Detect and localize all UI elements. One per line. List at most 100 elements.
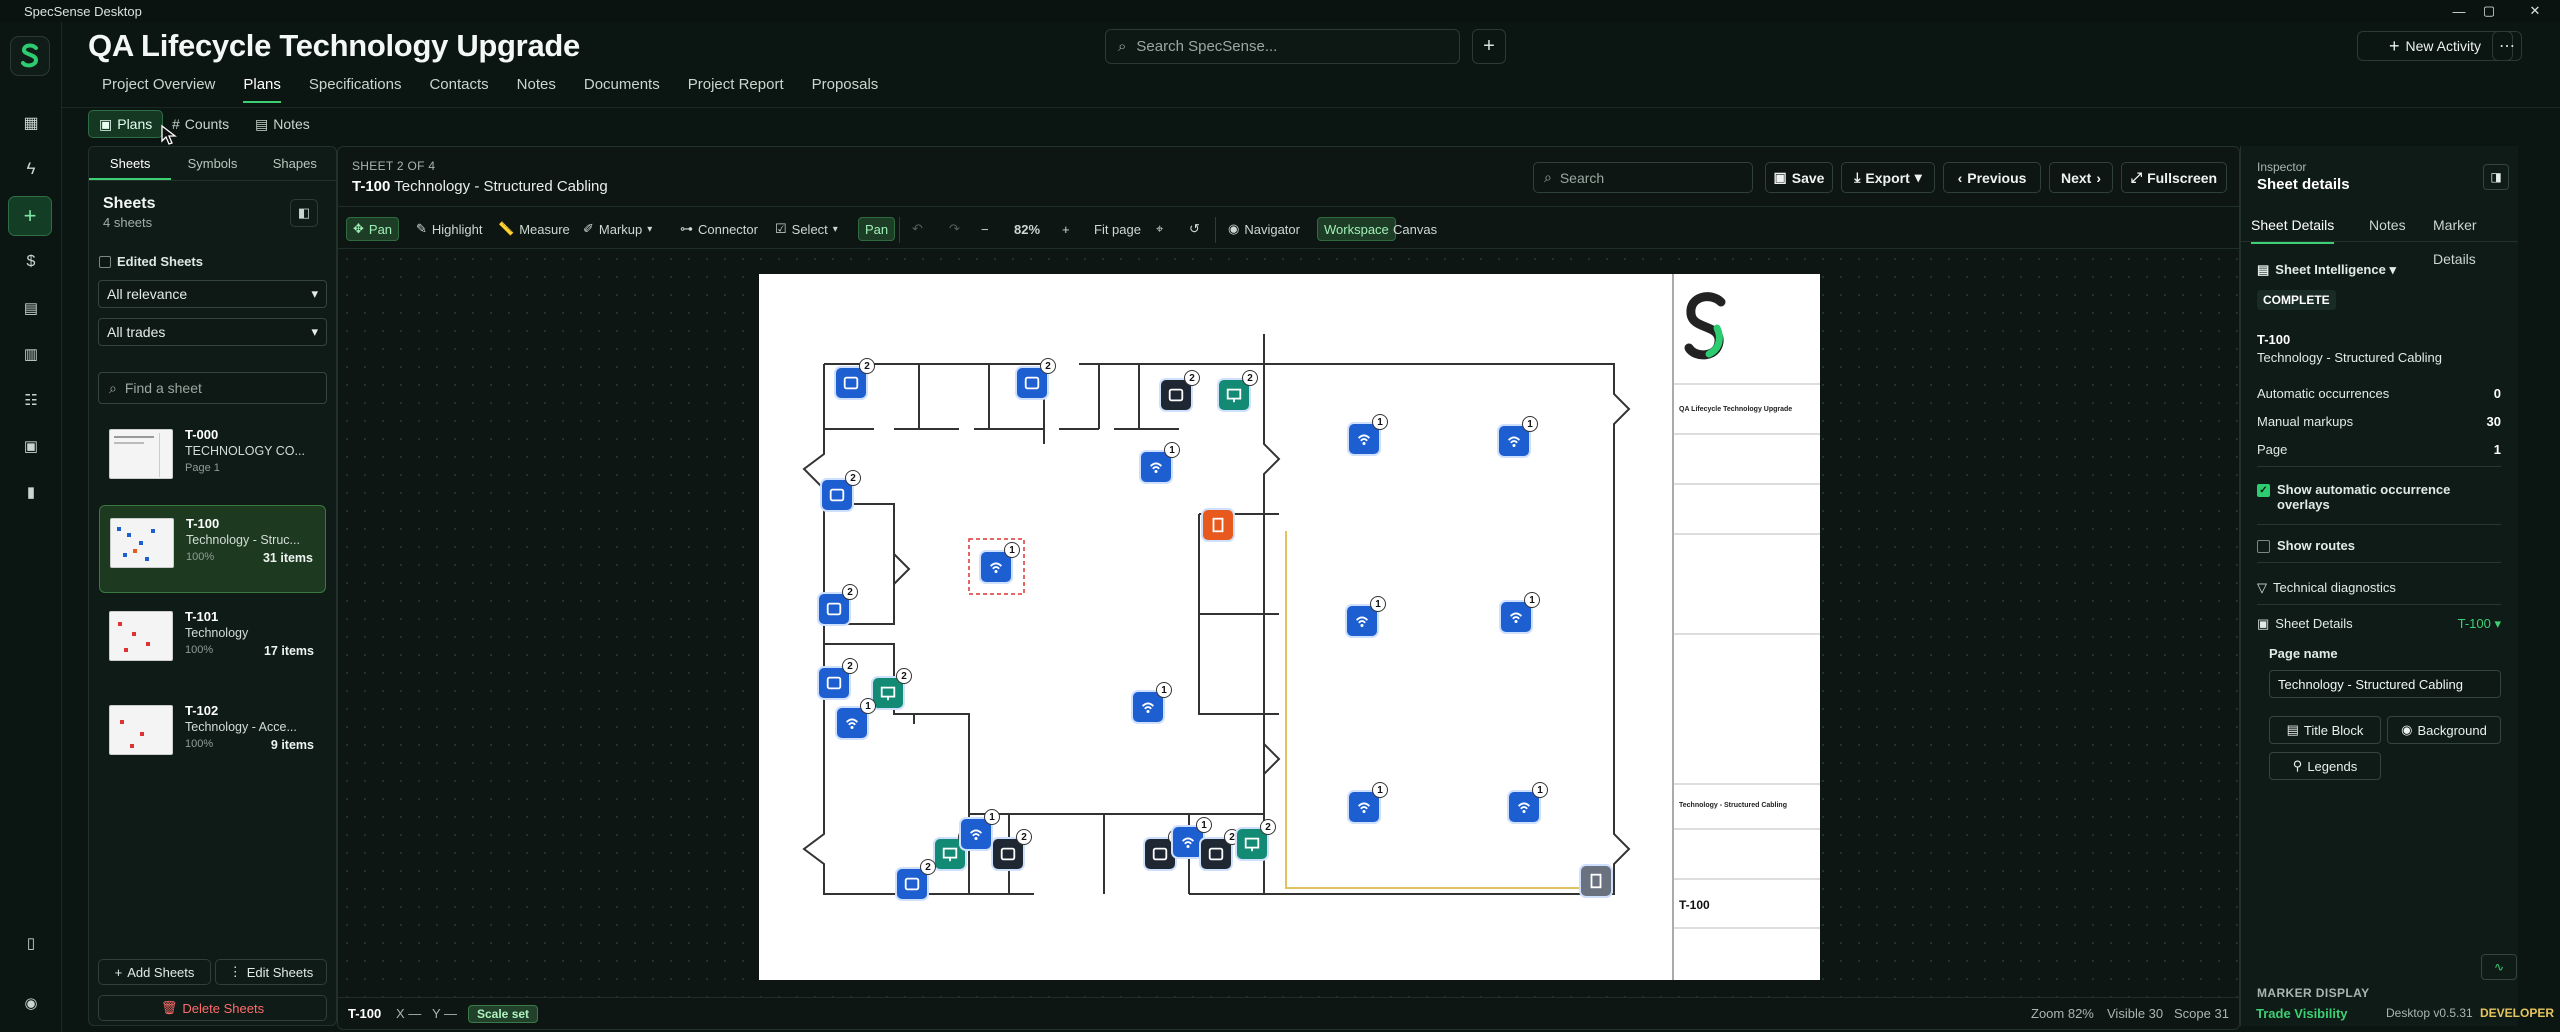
subtab-plans[interactable]: ▣ Plans: [88, 110, 164, 138]
quick-add-button[interactable]: +: [1472, 29, 1506, 64]
tab-inspector-notes[interactable]: Notes: [2369, 208, 2406, 242]
technical-diagnostics-toggle[interactable]: ▽ Technical diagnostics: [2257, 580, 2501, 596]
next-button[interactable]: Next ›: [2049, 162, 2113, 193]
wifi-marker[interactable]: 1: [961, 809, 1000, 849]
tab-proposals[interactable]: Proposals: [798, 72, 893, 103]
wifi-marker[interactable]: 2: [897, 859, 936, 899]
export-button[interactable]: ⤓ Export ▾: [1841, 162, 1935, 193]
calendar-icon[interactable]: ▣: [16, 431, 46, 461]
device-marker[interactable]: 2: [1201, 829, 1240, 869]
more-options-button[interactable]: ⋯: [2492, 31, 2522, 61]
sheet-card-t102[interactable]: T-102 Technology - Acce... 100% 9 items: [99, 693, 326, 781]
measure-tool[interactable]: 📏 Measure: [498, 217, 570, 241]
wifi-marker[interactable]: 2: [819, 658, 858, 698]
contacts-icon[interactable]: ☷: [16, 385, 46, 415]
redo-icon[interactable]: ↷: [949, 217, 960, 241]
fit-page-button[interactable]: Fit page: [1094, 217, 1141, 241]
add-icon[interactable]: +: [8, 196, 52, 236]
wifi-marker[interactable]: 1: [1141, 442, 1180, 482]
find-sheet-input[interactable]: ⌕ Find a sheet: [98, 372, 327, 404]
wifi-marker[interactable]: 1: [1349, 414, 1388, 454]
wifi-marker[interactable]: 1: [1347, 596, 1386, 636]
select-tool[interactable]: ☑ Select ▾: [775, 217, 838, 241]
display-marker[interactable]: 2: [1237, 819, 1276, 859]
wifi-marker[interactable]: 1: [1499, 416, 1538, 456]
pan-tool[interactable]: ✥ Pan: [346, 217, 400, 241]
building-icon[interactable]: ▯: [16, 928, 46, 958]
tab-sheets[interactable]: Sheets: [89, 147, 172, 180]
sheet-details-toggle[interactable]: ▣ Sheet Details T-100 ▾: [2257, 616, 2501, 632]
sheet-card-t000[interactable]: T-000 TECHNOLOGY CO... Page 1: [99, 417, 326, 505]
folder-icon[interactable]: ▤: [16, 293, 46, 323]
close-icon[interactable]: ✕: [2515, 0, 2555, 22]
wifi-marker[interactable]: 2: [836, 358, 875, 398]
title-block-button[interactable]: ▤ Title Block: [2269, 716, 2381, 744]
rack-marker[interactable]: [1581, 866, 1611, 896]
pan-mode-badge[interactable]: Pan: [858, 217, 896, 241]
tab-contacts[interactable]: Contacts: [415, 72, 502, 103]
wifi-marker[interactable]: 1: [1501, 592, 1540, 632]
connector-tool[interactable]: ⊶ Connector: [680, 217, 758, 241]
wifi-marker[interactable]: 1: [1349, 782, 1388, 822]
relevance-select[interactable]: All relevance: [98, 280, 327, 308]
tab-plans[interactable]: Plans: [229, 72, 295, 103]
tab-symbols[interactable]: Symbols: [171, 147, 253, 180]
device-marker[interactable]: 2: [993, 829, 1032, 869]
undo-icon[interactable]: ↶: [912, 217, 923, 241]
edited-sheets-checkbox[interactable]: Edited Sheets: [99, 254, 203, 269]
add-sheets-button[interactable]: + Add Sheets: [98, 959, 211, 985]
navigator-toggle[interactable]: ◉ Navigator: [1228, 217, 1300, 241]
wifi-marker[interactable]: 1: [981, 542, 1020, 582]
book-icon[interactable]: ▥: [16, 339, 46, 369]
finance-icon[interactable]: $: [16, 247, 46, 277]
tab-project-overview[interactable]: Project Overview: [88, 72, 229, 103]
canvas-toggle[interactable]: Canvas: [1393, 217, 1437, 241]
workspace-toggle[interactable]: Workspace: [1317, 217, 1396, 241]
subtab-notes[interactable]: ▤ Notes: [245, 110, 320, 138]
pulse-icon[interactable]: ∿: [2481, 954, 2517, 980]
tab-specifications[interactable]: Specifications: [295, 72, 416, 103]
sheet-intelligence-toggle[interactable]: ▤ Sheet Intelligence ▾: [2257, 262, 2501, 278]
previous-button[interactable]: ‹ Previous: [1943, 162, 2041, 193]
device-marker[interactable]: 2: [1161, 370, 1200, 410]
reports-icon[interactable]: ▮: [16, 477, 46, 507]
scale-badge[interactable]: Scale set: [468, 1005, 539, 1023]
plan-canvas[interactable]: QA Lifecycle Technology Upgrade Technolo…: [338, 250, 2239, 998]
zoom-in-icon[interactable]: +: [1062, 217, 1070, 241]
tab-project-report[interactable]: Project Report: [674, 72, 798, 103]
markup-tool[interactable]: ✐ Markup ▾: [583, 217, 652, 241]
activity-icon[interactable]: ϟ: [16, 154, 46, 184]
panel-marker[interactable]: [1203, 510, 1233, 540]
tab-notes[interactable]: Notes: [503, 72, 570, 103]
toggle-inspector-icon[interactable]: ◨: [2483, 164, 2509, 190]
delete-sheets-button[interactable]: 🗑 Delete Sheets: [98, 995, 327, 1021]
locate-icon[interactable]: ⌖: [1156, 217, 1163, 241]
page-name-input[interactable]: Technology - Structured Cabling: [2269, 670, 2501, 698]
wifi-marker[interactable]: 1: [837, 698, 876, 738]
tab-shapes[interactable]: Shapes: [254, 147, 336, 180]
sheet-card-t101[interactable]: T-101 Technology 100% 17 items: [99, 599, 326, 687]
background-button[interactable]: ◉ Background: [2387, 716, 2501, 744]
sheet-search-input[interactable]: ⌕ Search: [1533, 162, 1753, 193]
wifi-marker[interactable]: 1: [1133, 682, 1172, 722]
global-search-input[interactable]: ⌕ Search SpecSense...: [1105, 29, 1460, 64]
show-routes-checkbox[interactable]: Show routes: [2257, 538, 2501, 553]
edit-sheets-button[interactable]: ⋮ Edit Sheets: [215, 959, 327, 985]
trade-visibility-link[interactable]: Trade Visibility: [2256, 1006, 2348, 1021]
reset-icon[interactable]: ↺: [1189, 217, 1200, 241]
show-overlays-checkbox[interactable]: ✓ Show automatic occurrence overlays: [2257, 482, 2501, 512]
collapse-panel-icon[interactable]: ◧: [290, 199, 318, 227]
fullscreen-button[interactable]: ⤢ Fullscreen: [2121, 162, 2227, 193]
wifi-marker[interactable]: 2: [819, 584, 858, 624]
account-icon[interactable]: ◉: [16, 988, 46, 1018]
maximize-icon[interactable]: ▢: [2469, 0, 2509, 22]
legends-button[interactable]: ⚲ Legends: [2269, 752, 2381, 780]
wifi-marker[interactable]: 1: [1509, 782, 1548, 822]
wifi-marker[interactable]: 2: [822, 470, 861, 510]
app-logo[interactable]: [10, 36, 50, 76]
wifi-marker[interactable]: 1: [1173, 817, 1212, 857]
device-marker[interactable]: 2: [1145, 829, 1184, 869]
highlight-tool[interactable]: ✎ Highlight: [416, 217, 483, 241]
sheet-card-t100[interactable]: T-100 Technology - Struc... 100% 31 item…: [99, 505, 326, 593]
wifi-marker[interactable]: 2: [1017, 358, 1056, 398]
